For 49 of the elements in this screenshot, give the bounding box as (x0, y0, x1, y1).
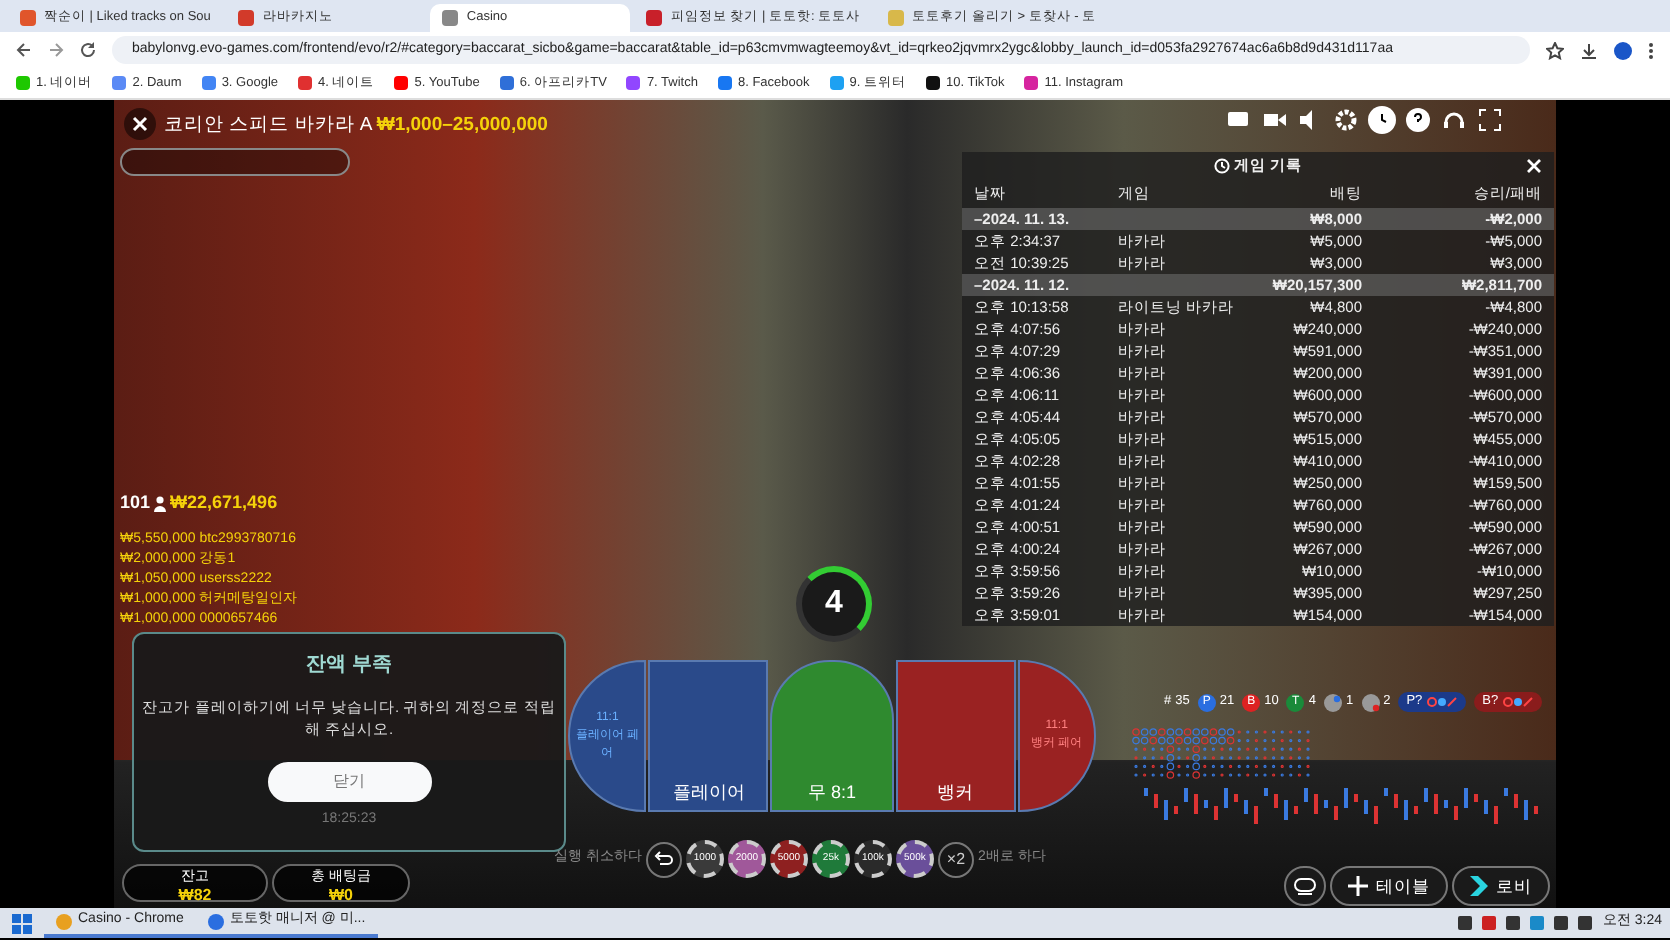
profile-icon[interactable] (1614, 41, 1632, 59)
dialog-title: 잔액 부족 (304, 652, 394, 680)
chevron-icon (1470, 876, 1488, 896)
bet-spot[interactable]: 플레이어 (648, 660, 769, 812)
start-icon[interactable] (12, 913, 32, 933)
bet-spot[interactable]: 뱅커 (895, 660, 1016, 812)
tab-favicon (20, 10, 36, 26)
fullscreen-icon[interactable] (1476, 106, 1504, 134)
table-title: 코리안 스피드 바카라 A (164, 114, 372, 136)
roadmap-dots-icon (1502, 696, 1535, 708)
double-button[interactable]: ×2 (937, 841, 974, 877)
pill-value: ₩82 (176, 886, 214, 904)
download-icon[interactable] (1580, 41, 1598, 59)
close-icon[interactable] (124, 108, 156, 140)
back-icon[interactable] (16, 42, 32, 58)
add-table-button[interactable]: 테이블 (1330, 866, 1448, 906)
history-icon[interactable] (1368, 106, 1396, 134)
chat-field[interactable] (120, 148, 350, 176)
bet-limits: ₩1,000–25,000,000 (376, 114, 548, 136)
lobby-button[interactable]: 로비 (1452, 866, 1550, 906)
player-count: 101 (120, 490, 151, 516)
total-bet: ₩22,671,496 (170, 490, 278, 516)
close-button[interactable]: 닫기 (267, 761, 431, 801)
bet-label: 뱅커 (937, 779, 974, 805)
reload-icon[interactable] (80, 42, 96, 58)
history-icon (1213, 158, 1230, 174)
forward-icon[interactable] (48, 42, 64, 58)
plus-icon (1348, 876, 1368, 896)
bet-spot[interactable]: 무 8:1 (770, 660, 894, 812)
tab-favicon (442, 10, 459, 26)
pair-icon (1323, 693, 1342, 711)
app-icon (56, 913, 72, 929)
star-icon[interactable] (1546, 41, 1564, 59)
tab-favicon (888, 10, 905, 26)
bet-label: 플레이어 (672, 779, 745, 805)
bet-label: 무 8:1 (808, 779, 857, 805)
close-icon[interactable] (1526, 158, 1542, 174)
tab-favicon (238, 10, 255, 26)
pill-value: ₩0 (327, 886, 355, 904)
help-icon[interactable] (1404, 106, 1432, 134)
person-icon (154, 495, 167, 512)
tables-button[interactable] (1284, 866, 1326, 906)
pair-icon (1361, 693, 1380, 711)
table-icon (1294, 877, 1316, 895)
app-icon (207, 913, 224, 929)
more-icon[interactable] (1648, 41, 1654, 59)
roadmap-dots-icon (1426, 696, 1459, 708)
tab-favicon (646, 10, 663, 26)
undo-icon[interactable] (645, 841, 682, 877)
